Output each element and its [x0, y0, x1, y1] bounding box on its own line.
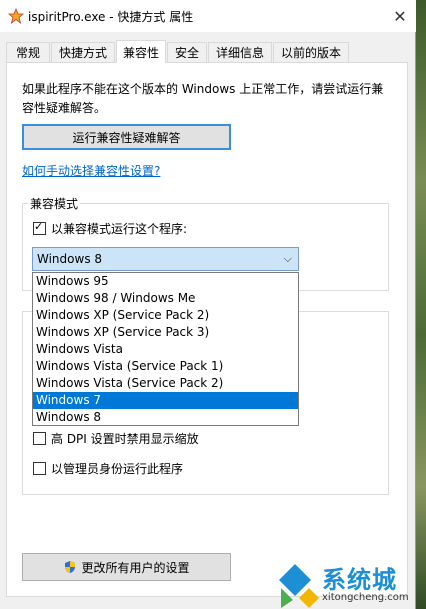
compat-mode-checkbox-row[interactable]: 以兼容模式运行这个程序: — [33, 220, 187, 237]
change-all-users-label: 更改所有用户的设置 — [81, 560, 190, 575]
properties-window: ispiritPro.exe - 快捷方式 属性 ✕ 常规 快捷方式 兼容性 安… — [0, 0, 416, 609]
os-option-highlighted[interactable]: Windows 7 — [33, 392, 298, 409]
desktop-background — [416, 0, 426, 609]
os-option[interactable]: Windows Vista — [33, 341, 298, 358]
os-version-dropdown: Windows 95 Windows 98 / Windows Me Windo… — [32, 272, 299, 426]
os-option[interactable]: Windows 95 — [33, 273, 298, 290]
dpi-checkbox[interactable] — [33, 432, 46, 445]
os-option[interactable]: Windows Vista (Service Pack 1) — [33, 358, 298, 375]
title-bar[interactable]: ispiritPro.exe - 快捷方式 属性 ✕ — [0, 0, 416, 32]
os-version-select[interactable]: Windows 8 ⌵ — [32, 247, 299, 271]
dpi-checkbox-row[interactable]: 高 DPI 设置时禁用显示缩放 — [33, 430, 199, 447]
close-button[interactable]: ✕ — [388, 4, 412, 28]
tab-details[interactable]: 详细信息 — [208, 42, 272, 62]
tab-previous-versions[interactable]: 以前的版本 — [273, 42, 349, 62]
os-option[interactable]: Windows 98 / Windows Me — [33, 290, 298, 307]
os-option[interactable]: Windows 8 — [33, 409, 298, 426]
admin-checkbox-row[interactable]: 以管理员身份运行此程序 — [33, 460, 183, 477]
dpi-label: 高 DPI 设置时禁用显示缩放 — [51, 432, 199, 446]
close-icon: ✕ — [393, 6, 407, 26]
compat-mode-title: 兼容模式 — [28, 195, 81, 212]
watermark-domain: xitongcheng.com — [322, 592, 409, 603]
tab-general[interactable]: 常规 — [6, 42, 50, 62]
tab-shortcut[interactable]: 快捷方式 — [51, 42, 115, 62]
admin-label: 以管理员身份运行此程序 — [51, 462, 184, 476]
chevron-down-icon: ⌵ — [283, 252, 292, 265]
compat-description: 如果此程序不能在这个版本的 Windows 上正常工作，请尝试运行兼容性疑难解答… — [22, 82, 384, 115]
compat-mode-label: 以兼容模式运行这个程序: — [51, 222, 188, 236]
tab-security[interactable]: 安全 — [167, 42, 207, 62]
os-option[interactable]: Windows XP (Service Pack 2) — [33, 307, 298, 324]
os-version-selected: Windows 8 — [37, 252, 103, 266]
shield-icon — [65, 561, 76, 573]
os-option[interactable]: Windows Vista (Service Pack 2) — [33, 375, 298, 392]
admin-checkbox[interactable] — [33, 462, 46, 475]
watermark-brand: 系统城 — [322, 566, 397, 594]
app-icon — [8, 8, 24, 24]
run-troubleshooter-button[interactable]: 运行兼容性疑难解答 — [22, 124, 231, 150]
window-title: ispiritPro.exe - 快捷方式 属性 — [28, 10, 194, 24]
change-all-users-button[interactable]: 更改所有用户的设置 — [22, 553, 231, 581]
tab-compatibility[interactable]: 兼容性 — [116, 40, 166, 63]
compat-mode-checkbox[interactable] — [33, 220, 46, 235]
manual-settings-link[interactable]: 如何手动选择兼容性设置? — [22, 162, 160, 179]
os-option[interactable]: Windows XP (Service Pack 3) — [33, 324, 298, 341]
